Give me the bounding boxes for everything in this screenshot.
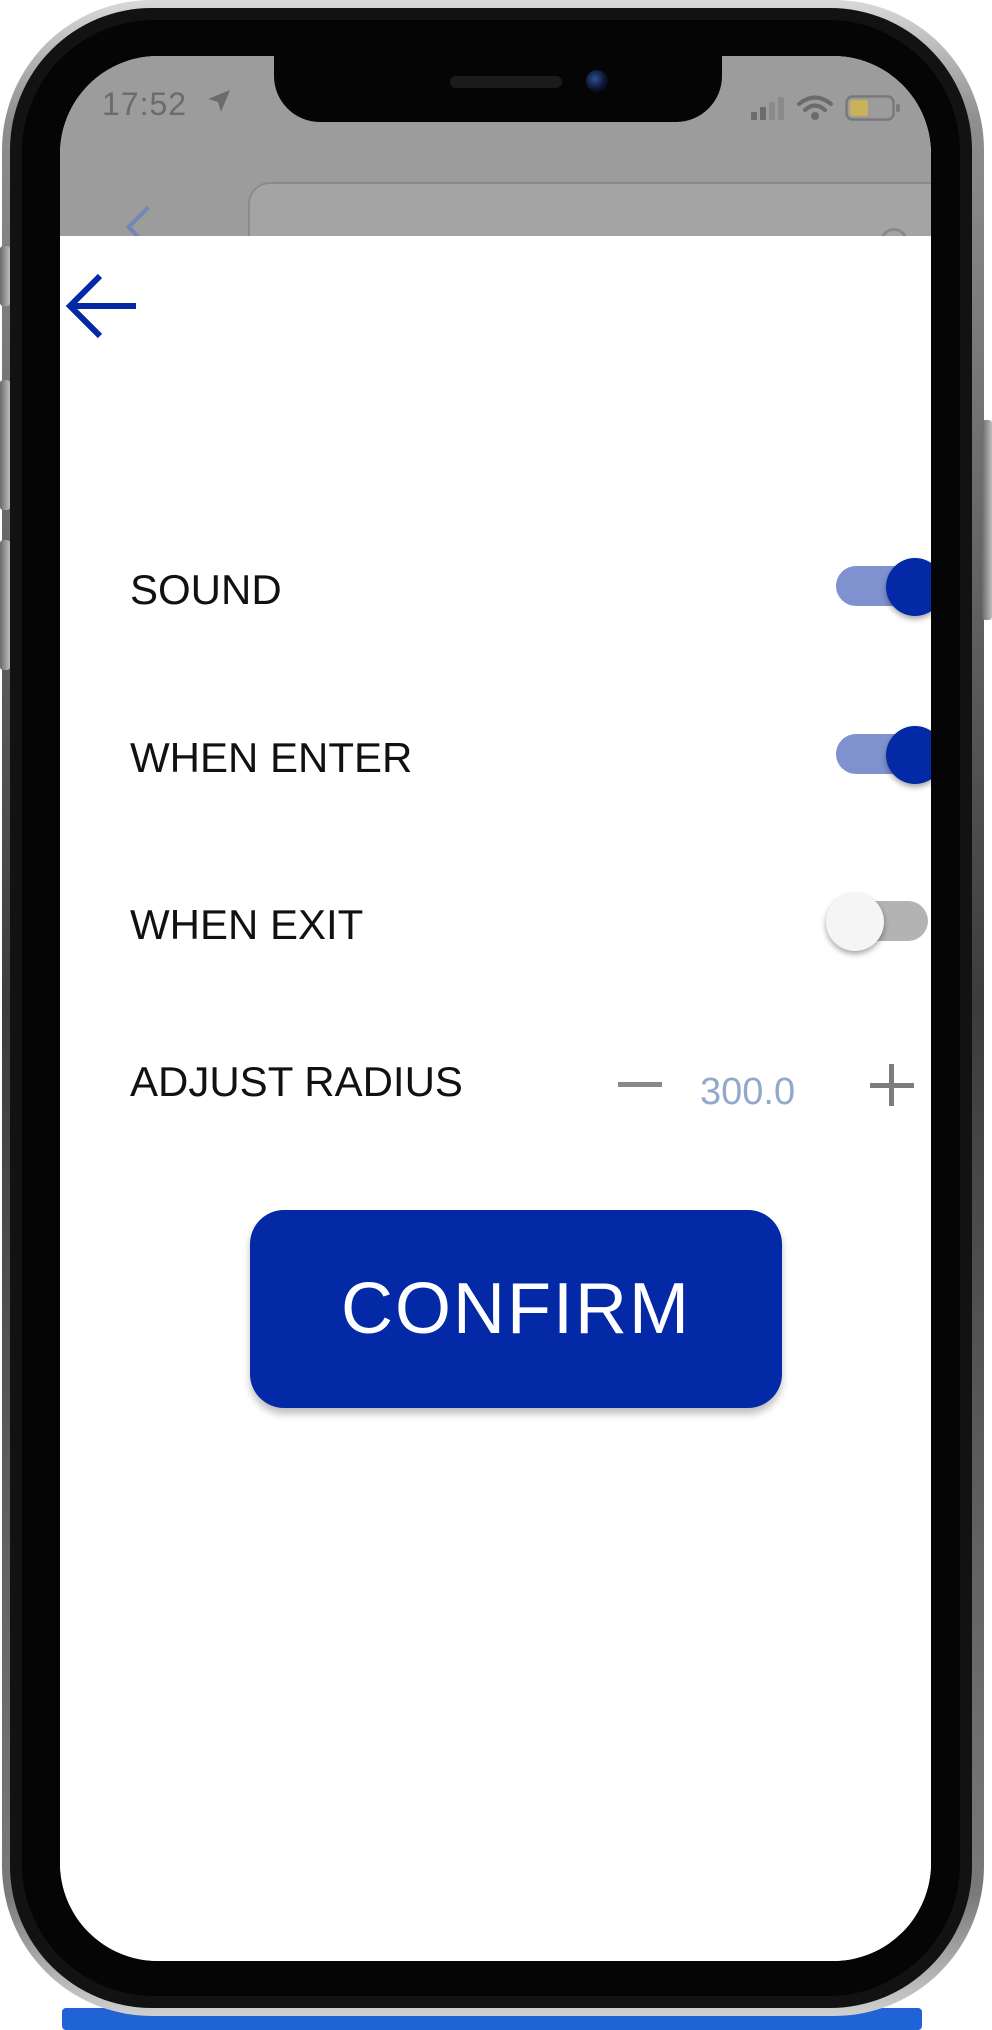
toggle-thumb <box>826 893 884 951</box>
toggle-thumb <box>886 726 931 784</box>
settings-sheet: SOUND WHEN ENTER WHEN EXIT ADJUST RADIUS… <box>60 236 931 1961</box>
location-arrow-icon <box>208 90 230 112</box>
toggle-thumb <box>886 558 931 616</box>
battery-icon <box>845 95 900 121</box>
power-button <box>982 420 992 620</box>
volume-down-button <box>0 540 10 670</box>
back-button[interactable] <box>64 268 140 344</box>
confirm-button[interactable]: CONFIRM <box>250 1210 782 1408</box>
when-enter-toggle[interactable] <box>828 714 931 794</box>
arrow-left-icon <box>65 273 136 339</box>
minus-icon[interactable] <box>618 1082 662 1087</box>
side-button <box>0 246 10 306</box>
front-camera <box>586 70 608 92</box>
sound-label: SOUND <box>130 566 282 613</box>
sound-row: SOUND <box>130 550 931 630</box>
adjust-radius-row: ADJUST RADIUS 300.0 <box>130 1042 914 1122</box>
when-exit-label: WHEN EXIT <box>130 901 364 948</box>
sound-toggle[interactable] <box>828 546 931 626</box>
when-enter-label: WHEN ENTER <box>130 734 413 781</box>
speaker <box>450 76 562 88</box>
notch <box>274 56 722 122</box>
when-exit-toggle[interactable] <box>826 881 931 961</box>
when-exit-row: WHEN EXIT <box>130 885 928 965</box>
status-time: 17:52 <box>102 86 188 122</box>
status-icons <box>751 94 901 122</box>
volume-up-button <box>0 380 10 510</box>
when-enter-row: WHEN ENTER <box>130 718 931 798</box>
phone-device: 17:52 SOUND WHEN ENTER WHEN EXIT ADJUST … <box>0 0 992 2030</box>
adjust-radius-label: ADJUST RADIUS <box>130 1058 463 1105</box>
signal-icon <box>751 97 784 120</box>
wifi-icon <box>797 95 833 120</box>
radius-value: 300.0 <box>700 1071 796 1113</box>
plus-icon[interactable] <box>868 1060 916 1108</box>
screen: 17:52 SOUND WHEN ENTER WHEN EXIT ADJUST … <box>60 56 931 1961</box>
